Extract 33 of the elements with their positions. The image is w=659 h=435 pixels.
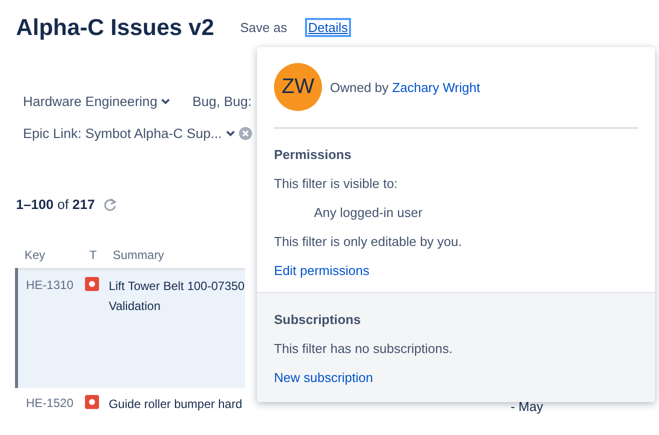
clear-icon[interactable] — [238, 126, 252, 140]
audience-text: Any logged-in user — [313, 205, 424, 220]
chevron-down-icon — [161, 98, 170, 104]
issue-summary[interactable]: Guide roller bumper hard — [108, 394, 245, 414]
column-header[interactable]: Summary — [112, 248, 164, 262]
filter-title: Alpha-C Issues v2 — [16, 14, 214, 40]
issue-key[interactable]: HE-1520 — [26, 396, 74, 410]
owner-text: Owned by Zachary Wright — [330, 80, 480, 94]
subscriptions-text: This filter has no subscriptions. — [274, 341, 454, 356]
table-cell: - May — [510, 399, 544, 414]
bug-icon — [85, 277, 100, 291]
filter-dropdown[interactable]: Bug, Bug: — [192, 94, 252, 108]
column-header[interactable]: Key — [24, 248, 46, 262]
avatar: ZW — [274, 63, 322, 111]
bug-icon — [85, 395, 100, 409]
issue-summary[interactable]: Validation — [108, 296, 245, 316]
results-count: 1–100 of 217 — [16, 197, 95, 212]
issue-summary[interactable]: Lift Tower Belt 100-07350 — [108, 276, 245, 296]
editable-text: This filter is only editable by you. — [274, 234, 463, 249]
filter-dropdown[interactable]: Hardware Engineering — [23, 94, 170, 108]
permissions-heading: Permissions — [274, 147, 352, 162]
save-as-button[interactable]: Save as — [240, 20, 288, 34]
subscriptions-heading: Subscriptions — [274, 312, 362, 327]
edit-permissions-link[interactable]: Edit permissions — [274, 263, 638, 278]
new-subscription-link[interactable]: New subscription — [274, 370, 638, 385]
details-link[interactable]: Details — [305, 18, 351, 36]
issue-key[interactable]: HE-1310 — [26, 278, 74, 292]
owner-link[interactable]: Zachary Wright — [392, 80, 480, 94]
refresh-icon[interactable] — [102, 198, 117, 212]
chevron-down-icon — [226, 130, 235, 136]
visibility-text: This filter is visible to: — [274, 176, 399, 191]
column-header[interactable]: T — [89, 248, 97, 262]
filter-dropdown[interactable]: Epic Link: Symbot Alpha-C Sup... — [23, 126, 252, 140]
